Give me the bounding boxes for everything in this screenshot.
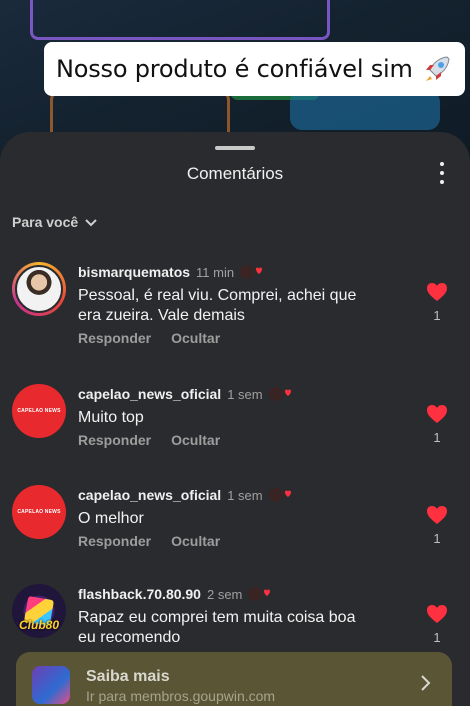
comment-time: 11 min (196, 264, 235, 280)
comment-filter-dropdown[interactable]: Para você (12, 214, 98, 230)
like-button[interactable]: 1 (426, 505, 448, 546)
hide-button[interactable]: Ocultar (171, 432, 220, 448)
hide-button[interactable]: Ocultar (171, 533, 220, 549)
heart-icon (427, 405, 447, 423)
heart-icon (427, 283, 447, 301)
creator-liked-badge-icon (268, 387, 291, 401)
avatar[interactable]: CAPELAO NEWS (12, 384, 66, 438)
comment-filter-label: Para você (12, 214, 79, 230)
heart-icon (427, 605, 447, 623)
reply-button[interactable]: Responder (78, 432, 151, 448)
comment-text: Muito top (78, 409, 144, 426)
video-caption-text: Nosso produto é confiável sim (56, 55, 413, 83)
heart-icon (427, 506, 447, 524)
comment-username[interactable]: capelao_news_oficial (78, 386, 221, 402)
sheet-drag-handle[interactable] (215, 146, 255, 150)
avatar[interactable]: CAPELAO NEWS (12, 485, 66, 539)
creator-liked-badge-icon (248, 587, 271, 601)
like-count: 1 (433, 430, 441, 445)
comment-username[interactable]: flashback.70.80.90 (78, 586, 201, 602)
reply-button[interactable]: Responder (78, 330, 151, 346)
comment-text: O melhor (78, 510, 144, 527)
like-button[interactable]: 1 (426, 404, 448, 445)
comment-item: bismarquematos 11 min Pessoal, é real vi… (0, 262, 470, 362)
like-button[interactable]: 1 (426, 282, 448, 323)
more-vertical-icon[interactable] (436, 162, 448, 184)
chevron-right-icon (421, 675, 431, 691)
promo-url: Ir para membros.goupwin.com (86, 688, 276, 704)
sheet-title: Comentários (186, 164, 284, 183)
chevron-down-icon (85, 219, 97, 227)
comment-text: Pessoal, é real viu. Comprei, achei que … (78, 287, 357, 324)
avatar[interactable] (12, 262, 66, 316)
rocket-icon (425, 56, 450, 81)
comment-time: 1 sem (227, 386, 263, 402)
like-button[interactable]: 1 (426, 604, 448, 645)
reply-button[interactable]: Responder (78, 533, 151, 549)
comment-time: 1 sem (227, 487, 263, 503)
creator-liked-badge-icon (240, 265, 263, 279)
promo-banner[interactable]: Saiba mais Ir para membros.goupwin.com (16, 652, 452, 706)
video-caption: Nosso produto é confiável sim (44, 42, 465, 96)
comment-username[interactable]: capelao_news_oficial (78, 487, 221, 503)
comment-item: CAPELAO NEWS capelao_news_oficial 1 sem … (0, 384, 470, 484)
comment-item: CAPELAO NEWS capelao_news_oficial 1 sem … (0, 485, 470, 585)
like-count: 1 (433, 308, 441, 323)
video-neon-blue-block (290, 90, 440, 130)
avatar[interactable]: Club80 (12, 584, 66, 638)
hide-button[interactable]: Ocultar (171, 330, 220, 346)
promo-title: Saiba mais (86, 668, 170, 685)
video-neon-frame (30, 0, 330, 40)
creator-liked-badge-icon (268, 488, 291, 502)
promo-thumbnail (32, 666, 70, 704)
comments-sheet: Comentários Para você bismarquematos 11 … (0, 132, 470, 706)
like-count: 1 (433, 630, 441, 645)
comment-username[interactable]: bismarquematos (78, 264, 190, 280)
comment-time: 2 sem (206, 586, 243, 602)
like-count: 1 (433, 531, 441, 546)
comment-text: Rapaz eu comprei tem muita coisa boa eu … (78, 609, 356, 646)
